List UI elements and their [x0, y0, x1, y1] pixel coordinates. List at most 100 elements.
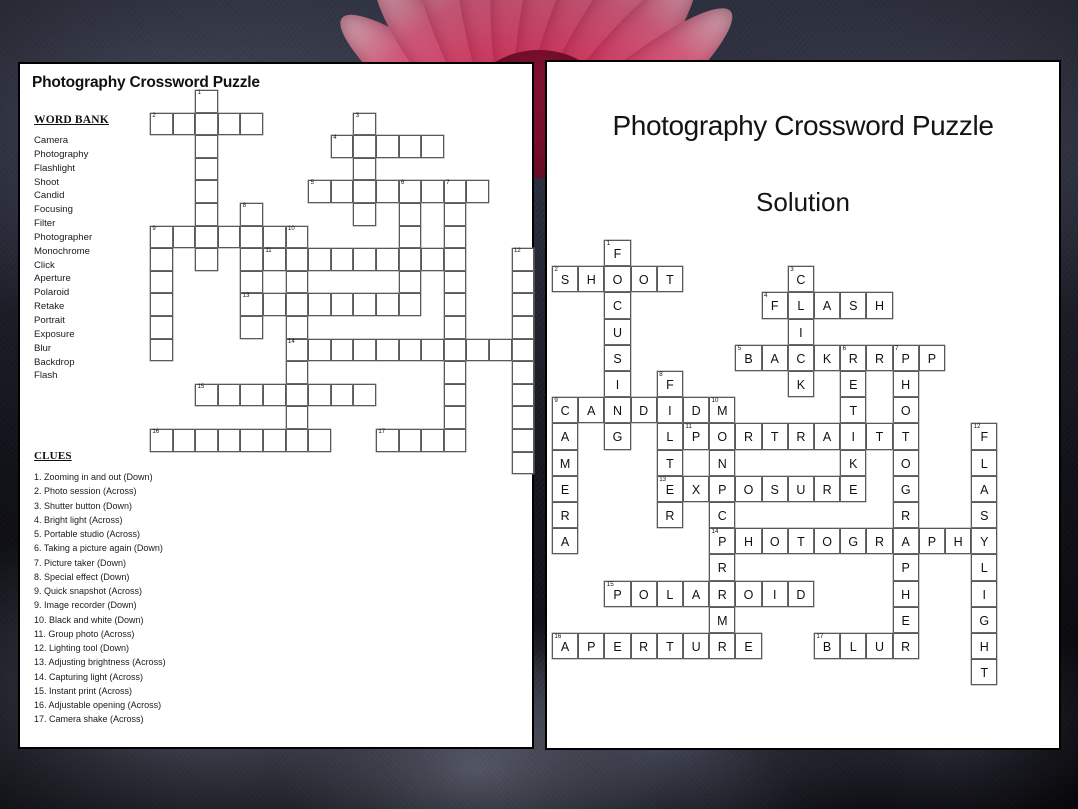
crossword-cell[interactable]: [285, 429, 309, 452]
crossword-cell[interactable]: [172, 112, 196, 136]
crossword-cell[interactable]: 8F: [656, 371, 683, 398]
crossword-cell[interactable]: 13: [240, 293, 263, 316]
crossword-cell[interactable]: N: [709, 449, 736, 476]
crossword-cell[interactable]: [353, 157, 376, 181]
crossword-cell[interactable]: [511, 270, 535, 294]
crossword-cell[interactable]: [150, 338, 173, 362]
crossword-cell[interactable]: 17 B: [814, 633, 841, 660]
crossword-cell[interactable]: C: [709, 502, 736, 529]
crossword-cell[interactable]: 3: [353, 112, 376, 136]
crossword-cell[interactable]: E: [735, 633, 762, 660]
crossword-cell[interactable]: P: [918, 344, 945, 371]
crossword-cell[interactable]: [353, 203, 376, 226]
crossword-cell[interactable]: [263, 293, 286, 316]
crossword-cell[interactable]: [398, 338, 422, 362]
crossword-cell[interactable]: P: [892, 554, 919, 581]
crossword-cell[interactable]: [217, 429, 241, 452]
crossword-cell[interactable]: [353, 248, 376, 271]
crossword-cell[interactable]: 2S: [552, 266, 579, 293]
crossword-cell[interactable]: X: [683, 475, 710, 502]
crossword-cell[interactable]: 4F: [761, 292, 788, 319]
crossword-cell[interactable]: [466, 180, 489, 203]
crossword-cell[interactable]: R: [892, 633, 919, 660]
crossword-cell[interactable]: T: [656, 633, 683, 660]
crossword-cell[interactable]: O: [761, 528, 788, 555]
crossword-cell[interactable]: [421, 429, 444, 452]
crossword-cell[interactable]: T: [787, 528, 814, 555]
crossword-cell[interactable]: [263, 225, 286, 249]
crossword-cell[interactable]: [195, 225, 218, 249]
crossword-cell[interactable]: E: [840, 371, 867, 398]
crossword-cell[interactable]: [443, 383, 467, 407]
crossword-cell[interactable]: D: [630, 397, 657, 424]
crossword-cell[interactable]: C: [604, 292, 631, 319]
crossword-cell[interactable]: I: [761, 580, 788, 607]
crossword-cell[interactable]: [443, 316, 467, 339]
crossword-cell[interactable]: [195, 112, 218, 136]
crossword-cell[interactable]: A: [761, 344, 788, 371]
crossword-cell[interactable]: S: [761, 475, 788, 502]
crossword-cell[interactable]: T: [656, 449, 683, 476]
crossword-cell[interactable]: A: [552, 528, 579, 555]
crossword-cell[interactable]: [398, 203, 422, 226]
crossword-cell[interactable]: [285, 316, 309, 339]
crossword-cell[interactable]: A: [892, 528, 919, 555]
crossword-cell[interactable]: 12 F: [971, 423, 998, 450]
crossword-cell[interactable]: [511, 429, 535, 452]
crossword-cell[interactable]: 7P: [892, 344, 919, 371]
crossword-cell[interactable]: [443, 270, 467, 294]
crossword-cell[interactable]: [421, 248, 444, 271]
crossword-cell[interactable]: 4: [330, 135, 354, 158]
crossword-cell[interactable]: [217, 225, 241, 249]
crossword-cell[interactable]: [308, 383, 331, 407]
crossword-cell[interactable]: T: [656, 266, 683, 293]
crossword-cell[interactable]: A: [578, 397, 605, 424]
crossword-cell[interactable]: [150, 248, 173, 271]
crossword-cell[interactable]: A: [971, 475, 998, 502]
crossword-cell[interactable]: [285, 383, 309, 407]
crossword-cell[interactable]: [195, 180, 218, 203]
crossword-cell[interactable]: M: [552, 449, 579, 476]
crossword-cell[interactable]: 5: [308, 180, 331, 203]
crossword-cell[interactable]: T: [892, 423, 919, 450]
crossword-cell[interactable]: [195, 157, 218, 181]
crossword-cell[interactable]: [398, 293, 422, 316]
crossword-cell[interactable]: I: [971, 580, 998, 607]
crossword-cell[interactable]: [195, 429, 218, 452]
crossword-cell[interactable]: H: [578, 266, 605, 293]
crossword-cell[interactable]: [240, 429, 263, 452]
crossword-cell[interactable]: 5B: [735, 344, 762, 371]
crossword-cell[interactable]: 11 P: [683, 423, 710, 450]
crossword-cell[interactable]: H: [866, 292, 893, 319]
crossword-cell[interactable]: L: [971, 449, 998, 476]
crossword-cell[interactable]: 15 P: [604, 580, 631, 607]
crossword-cell[interactable]: R: [735, 423, 762, 450]
crossword-cell[interactable]: [150, 293, 173, 316]
crossword-cell[interactable]: [421, 180, 444, 203]
crossword-cell[interactable]: H: [892, 580, 919, 607]
crossword-cell[interactable]: R: [709, 580, 736, 607]
crossword-cell[interactable]: L: [656, 580, 683, 607]
crossword-cell[interactable]: E: [552, 475, 579, 502]
crossword-cell[interactable]: M: [709, 606, 736, 633]
crossword-cell[interactable]: [398, 135, 422, 158]
crossword-cell[interactable]: A: [552, 423, 579, 450]
crossword-cell[interactable]: 12: [511, 248, 535, 271]
crossword-cell[interactable]: [195, 203, 218, 226]
crossword-cell[interactable]: G: [971, 606, 998, 633]
crossword-cell[interactable]: 10: [285, 225, 309, 249]
crossword-cell[interactable]: [240, 270, 263, 294]
crossword-cell[interactable]: 11: [263, 248, 286, 271]
crossword-cell[interactable]: R: [552, 502, 579, 529]
crossword-cell[interactable]: H: [971, 633, 998, 660]
crossword-cell[interactable]: O: [604, 266, 631, 293]
crossword-cell[interactable]: 10 M: [709, 397, 736, 424]
crossword-cell[interactable]: 9C: [552, 397, 579, 424]
crossword-cell[interactable]: [511, 338, 535, 362]
crossword-cell[interactable]: O: [892, 449, 919, 476]
crossword-cell[interactable]: G: [604, 423, 631, 450]
crossword-cell[interactable]: [466, 338, 489, 362]
crossword-cell[interactable]: Y: [971, 528, 998, 555]
crossword-cell[interactable]: [308, 338, 331, 362]
crossword-cell[interactable]: [376, 338, 399, 362]
